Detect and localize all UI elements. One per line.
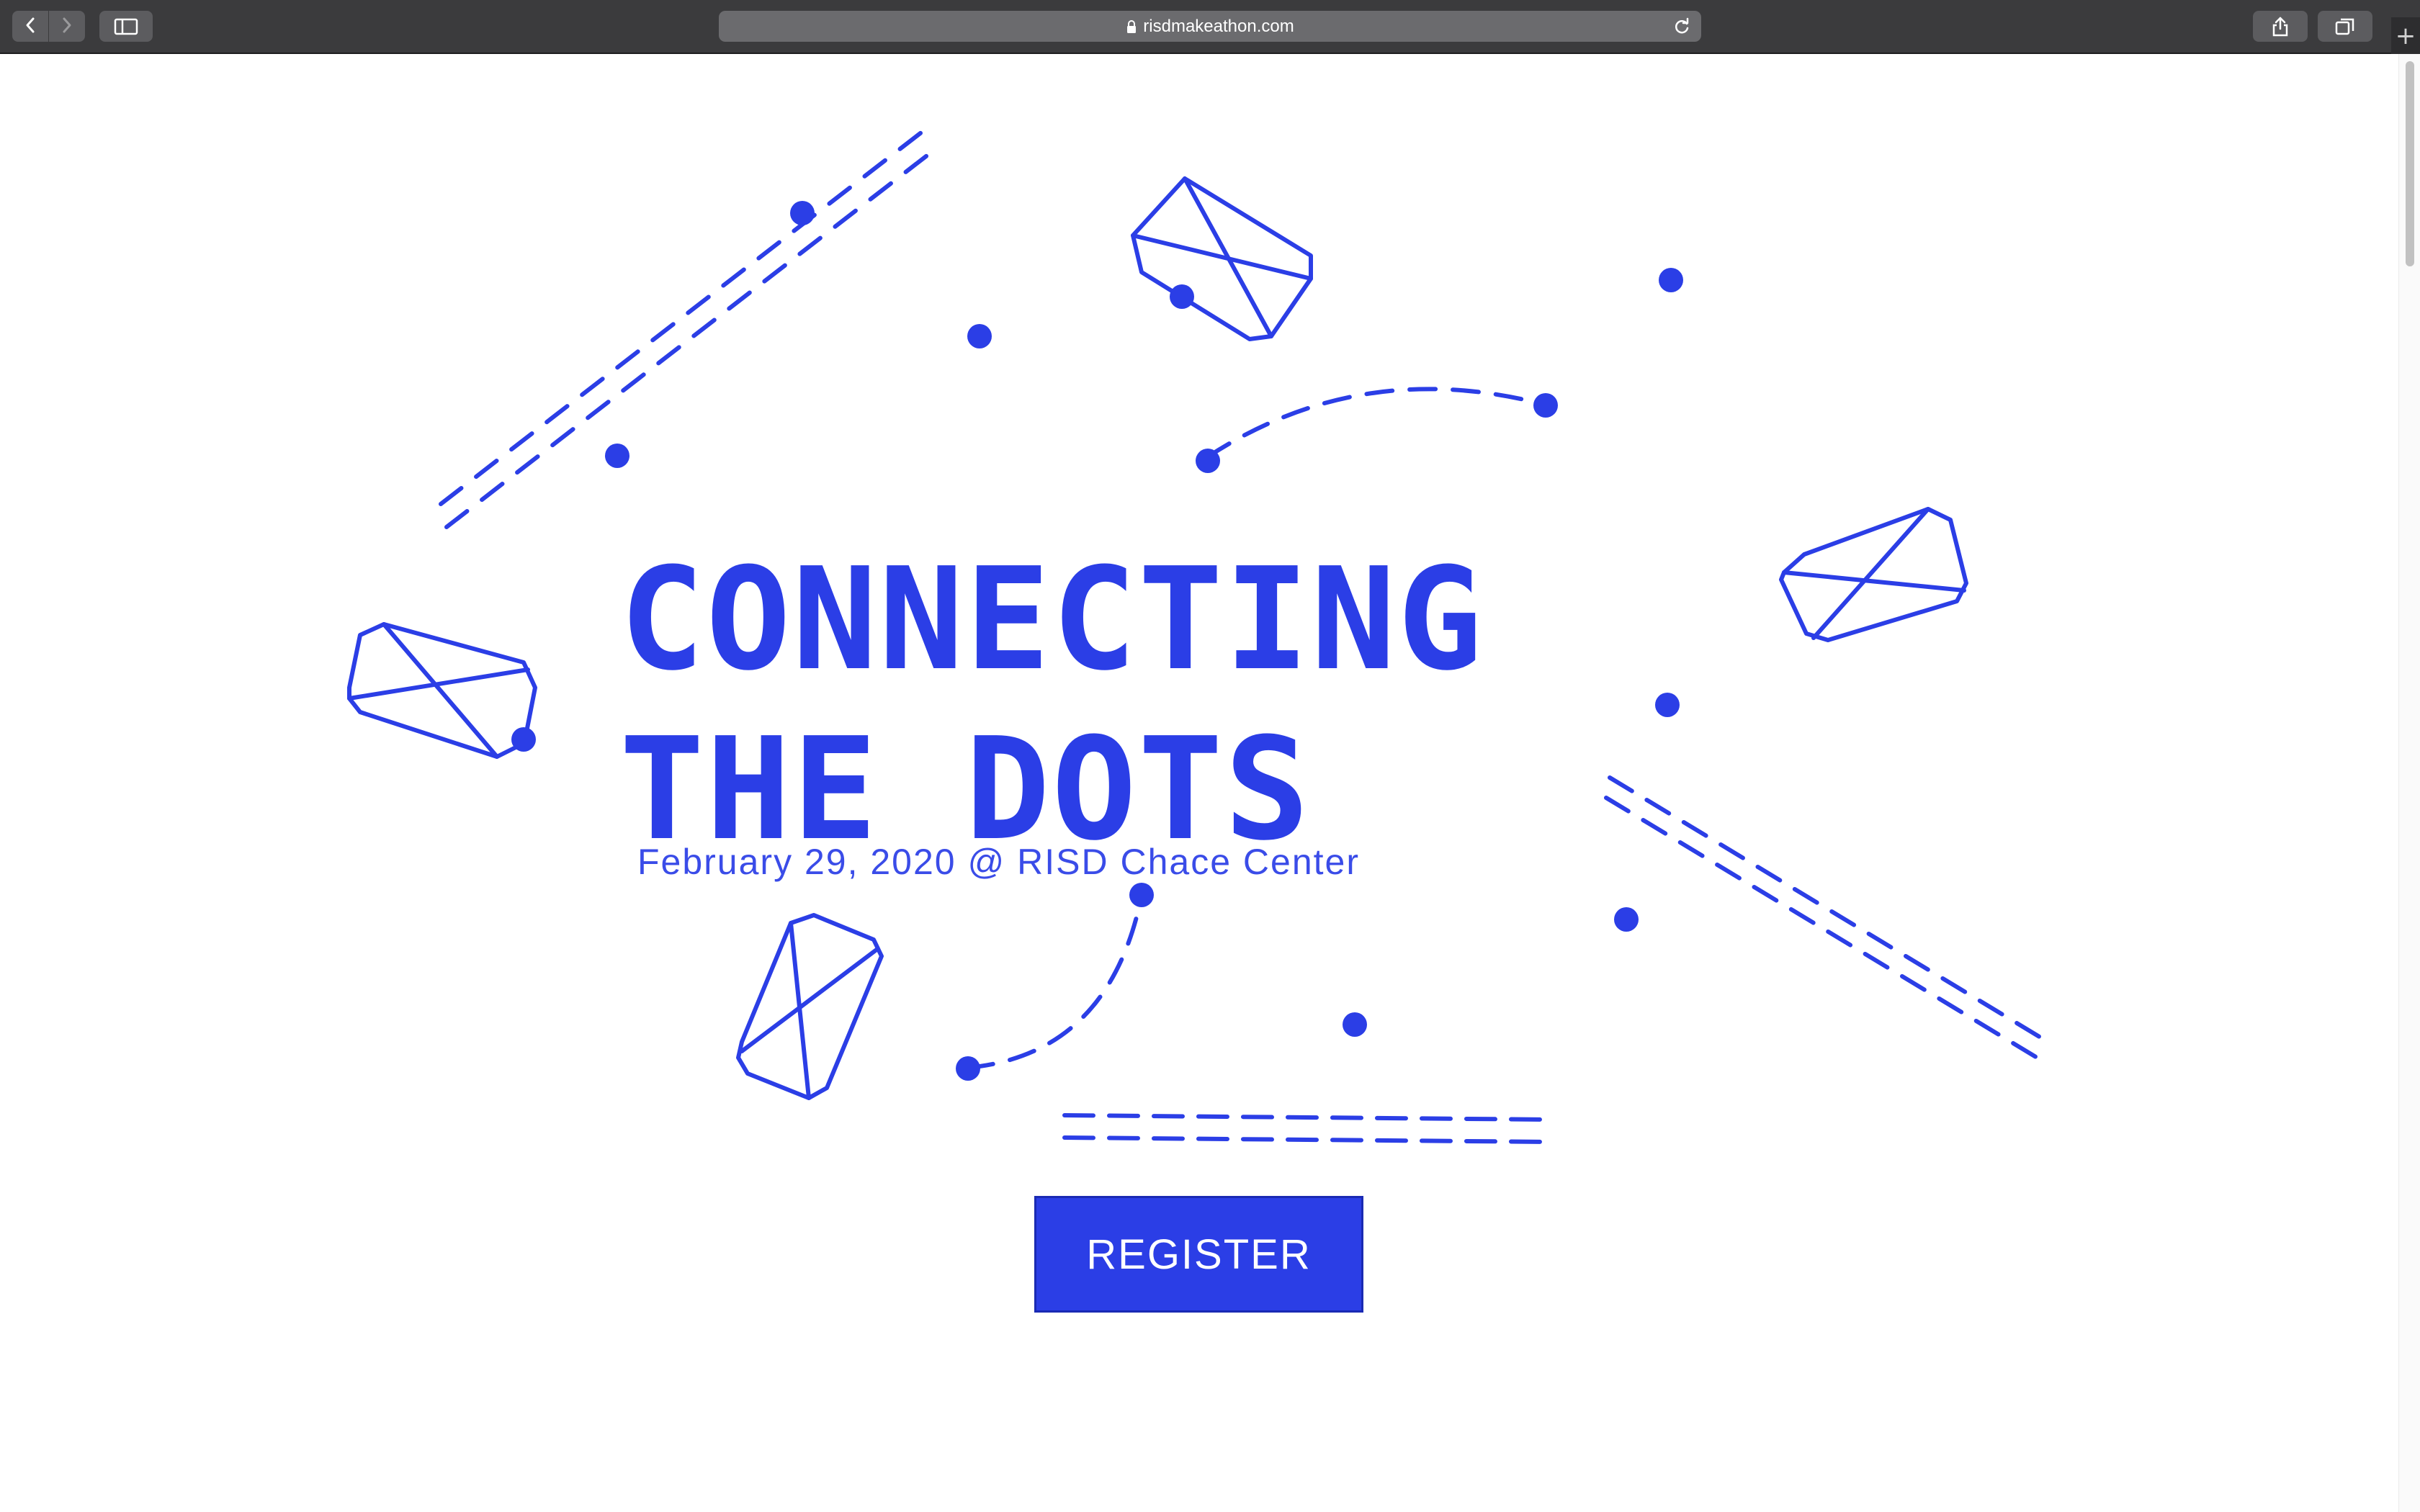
dot	[511, 727, 536, 752]
dot	[1659, 268, 1683, 292]
address-bar[interactable]: risdmakeathon.com	[719, 11, 1701, 42]
chevron-left-icon	[24, 17, 37, 37]
navigation-buttons	[12, 11, 85, 42]
dot	[967, 324, 992, 348]
scrollbar-thumb[interactable]	[2406, 61, 2414, 266]
dashed-line-right-2	[1604, 796, 2044, 1063]
dot	[1343, 1012, 1367, 1037]
dot	[605, 444, 629, 468]
forward-button[interactable]	[49, 11, 85, 42]
sidebar-icon	[114, 18, 138, 35]
share-icon	[2271, 16, 2290, 37]
tabs-icon	[2334, 17, 2356, 37]
dashed-line-bottom	[1062, 1113, 1554, 1122]
tabs-overview-button[interactable]	[2318, 11, 2372, 42]
url-text: risdmakeathon.com	[1143, 16, 1294, 36]
crystal-shape-left	[347, 622, 537, 759]
dashed-arc-top	[1205, 387, 1547, 459]
event-date-location: February 29, 2020 @ RISD Chace Center	[637, 842, 1360, 882]
lock-icon	[1126, 19, 1137, 34]
dot	[1533, 393, 1558, 418]
sidebar-button[interactable]	[99, 11, 153, 42]
dot	[956, 1056, 980, 1081]
crystal-shape-top	[1131, 176, 1313, 341]
back-button[interactable]	[12, 11, 48, 42]
reload-icon[interactable]	[1672, 17, 1691, 41]
crystal-shape-bottom	[736, 913, 884, 1100]
dashed-line-bottom-2	[1062, 1135, 1554, 1144]
crystal-shape-right	[1779, 507, 1968, 642]
dot	[1614, 907, 1639, 932]
dashed-arc-bottom	[965, 894, 1144, 1070]
browser-toolbar: risdmakeathon.com +	[0, 0, 2420, 54]
page-content: CONNECTING THE DOTS February 29, 2020 @ …	[0, 54, 2398, 1512]
dot	[1196, 449, 1220, 473]
dashed-line-right	[1608, 775, 2048, 1043]
new-tab-button[interactable]: +	[2391, 17, 2420, 54]
chevron-right-icon	[60, 17, 73, 37]
hero-title-line-2: THE DOTS	[619, 708, 1312, 872]
dot	[1129, 883, 1154, 907]
dashed-line-top-left	[439, 128, 926, 506]
dot	[1655, 693, 1680, 717]
dot	[790, 201, 815, 225]
dot	[1170, 284, 1194, 309]
hero-title-line-1: CONNECTING	[619, 538, 1484, 702]
page-scrollbar[interactable]	[2398, 54, 2420, 1512]
share-button[interactable]	[2253, 11, 2308, 42]
dashed-line-top-left-2	[444, 151, 932, 529]
register-button[interactable]: REGISTER	[1034, 1196, 1363, 1313]
